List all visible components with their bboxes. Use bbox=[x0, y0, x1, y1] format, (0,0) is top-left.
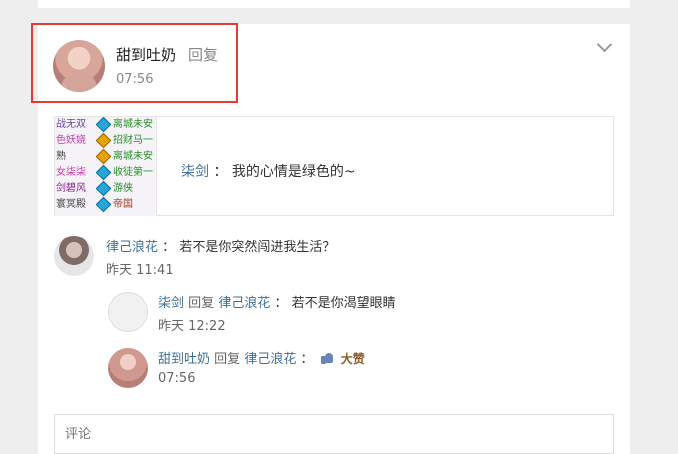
thumbnail-left-text: 熟 bbox=[56, 151, 66, 162]
comment-input[interactable] bbox=[55, 415, 613, 453]
reply-text: 甜到吐奶 回复 律己浪花 ： 大赞 bbox=[158, 348, 365, 367]
thumbnail-row: 色妖娆 招财马一 bbox=[55, 132, 156, 149]
quote-author[interactable]: 柒剑 bbox=[181, 164, 209, 180]
thumbnail-left-text: 战无双 bbox=[56, 119, 86, 130]
comment-time: 昨天 11:41 bbox=[106, 263, 174, 278]
reply-content: 大赞 bbox=[340, 352, 365, 366]
thumbnail-right-text: 收徒第一 bbox=[113, 167, 153, 178]
reply-word: 回复 bbox=[188, 296, 215, 311]
medal-icon bbox=[95, 148, 112, 165]
thumbnail-left-text: 色妖娆 bbox=[56, 135, 86, 146]
diamond-icon bbox=[95, 117, 112, 133]
reply-item: 甜到吐奶 回复 律己浪花 ： 大赞 07:56 bbox=[54, 348, 614, 400]
reply-time: 07:56 bbox=[158, 371, 196, 386]
thumbnail-right-text: 离城未安 bbox=[113, 119, 153, 130]
reply-time: 昨天 12:22 bbox=[158, 319, 226, 334]
reply-author[interactable]: 甜到吐奶 bbox=[158, 352, 210, 367]
post-card: 甜到吐奶 回复 07:56 战无双 离城未安 色妖娆 招财马一 熟 离城未安 女… bbox=[31, 23, 630, 454]
reply-separator: ： bbox=[300, 352, 314, 367]
thumbnail-right-text: 游侠 bbox=[113, 183, 133, 194]
quote-content: 我的心情是绿色的~ bbox=[231, 164, 356, 180]
chevron-down-icon[interactable] bbox=[598, 41, 610, 53]
thumbnail-left-text: 寰冥殿 bbox=[56, 199, 86, 210]
reply-word: 回复 bbox=[214, 352, 241, 367]
thumbnail-right-text: 离城未安 bbox=[113, 151, 153, 162]
comment-item: 律己浪花 ： 若不是你突然闯进我生活？ 昨天 11:41 bbox=[54, 236, 614, 284]
post-time: 07:56 bbox=[116, 72, 154, 87]
thumbnail-left-text: 剑碧风 bbox=[56, 183, 86, 194]
post-author[interactable]: 甜到吐奶 bbox=[116, 44, 176, 65]
thumbs-up-icon bbox=[320, 351, 334, 364]
quote-text: 柒剑 ： 我的心情是绿色的~ bbox=[181, 161, 356, 181]
diamond-icon bbox=[95, 180, 112, 197]
thumbnail-row: 熟 离城未安 bbox=[55, 148, 156, 165]
thumbnail-row: 寰冥殿 帝国 bbox=[55, 196, 156, 213]
reply-avatar[interactable] bbox=[108, 348, 148, 388]
reply-avatar[interactable] bbox=[108, 292, 148, 332]
thumbnail-right-text: 招财马一 bbox=[113, 135, 153, 146]
reply-target[interactable]: 律己浪花 bbox=[244, 352, 296, 367]
reply-target[interactable]: 律己浪花 bbox=[218, 296, 270, 311]
comment-text: 律己浪花 ： 若不是你突然闯进我生活？ bbox=[106, 236, 335, 255]
reply-content: 若不是你渴望眼睛 bbox=[291, 296, 396, 311]
thumbnail-row: 战无双 离城未安 bbox=[55, 117, 156, 133]
thumbnail-left-text: 女柒柒 bbox=[56, 167, 86, 178]
thumbnail-right-text: 帝国 bbox=[113, 199, 133, 210]
diamond-icon bbox=[95, 196, 112, 213]
previous-card bbox=[38, 0, 630, 8]
reply-item: 柒剑 回复 律己浪花 ： 若不是你渴望眼睛 昨天 12:22 bbox=[54, 292, 614, 340]
comment-avatar[interactable] bbox=[54, 236, 94, 276]
reply-button[interactable]: 回复 bbox=[188, 44, 218, 65]
medal-icon bbox=[95, 132, 112, 149]
avatar-figure-icon bbox=[61, 72, 97, 92]
comment-author[interactable]: 律己浪花 bbox=[106, 240, 158, 255]
reply-separator: ： bbox=[274, 296, 288, 311]
author-avatar[interactable] bbox=[53, 40, 105, 92]
thumbnail-row: 女柒柒 收徒第一 bbox=[55, 164, 156, 181]
comment-input-box[interactable] bbox=[54, 414, 614, 454]
quote-separator: ： bbox=[213, 164, 228, 180]
diamond-icon bbox=[95, 164, 112, 181]
comment-separator: ： bbox=[162, 240, 176, 255]
thumbnail-row: 剑碧风 游侠 bbox=[55, 180, 156, 197]
reply-text: 柒剑 回复 律己浪花 ： 若不是你渴望眼睛 bbox=[158, 292, 396, 311]
quoted-post[interactable]: 战无双 离城未安 色妖娆 招财马一 熟 离城未安 女柒柒 收徒第一 剑碧风 游侠… bbox=[54, 116, 614, 216]
quote-thumbnail: 战无双 离城未安 色妖娆 招财马一 熟 离城未安 女柒柒 收徒第一 剑碧风 游侠… bbox=[55, 117, 157, 216]
reply-author[interactable]: 柒剑 bbox=[158, 296, 184, 311]
comment-content: 若不是你突然闯进我生活？ bbox=[179, 240, 336, 255]
